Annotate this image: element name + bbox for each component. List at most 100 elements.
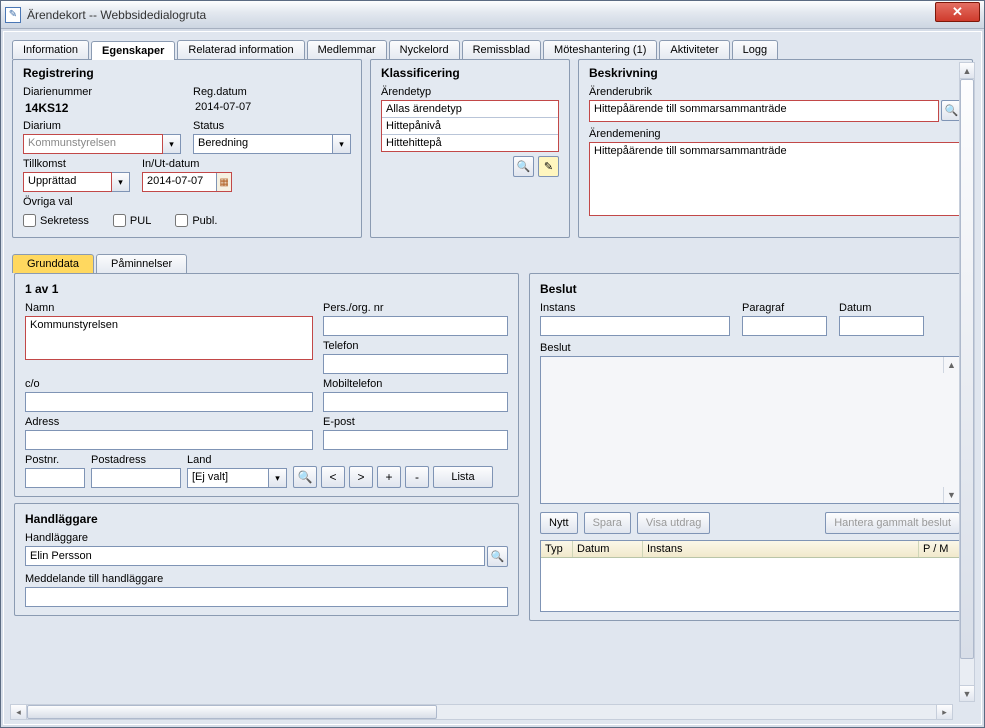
scrollbar-thumb[interactable] xyxy=(27,705,437,719)
hantera-button[interactable]: Hantera gammalt beslut xyxy=(825,512,960,534)
scroll-up-icon[interactable]: ▲ xyxy=(960,63,974,79)
mening-textarea[interactable]: Hittepåärende till sommarsammanträde xyxy=(589,142,962,216)
search-icon[interactable]: 🔍 xyxy=(513,156,534,177)
adress-input[interactable] xyxy=(25,430,313,450)
co-label: c/o xyxy=(25,378,313,390)
diarienummer-label: Diarienummer xyxy=(23,86,181,98)
namn-label: Namn xyxy=(25,302,313,314)
tab-remissblad[interactable]: Remissblad xyxy=(462,40,541,59)
close-button[interactable]: ✕ xyxy=(935,2,980,22)
meddelande-input[interactable] xyxy=(25,587,508,607)
scroll-left-icon[interactable]: ◂ xyxy=(11,705,27,719)
land-label: Land xyxy=(187,454,287,466)
beslut-table: Typ Datum Instans P / M xyxy=(540,540,960,612)
tillkomst-dropdown[interactable]: Upprättad xyxy=(23,172,112,192)
th-typ[interactable]: Typ xyxy=(541,541,573,557)
beslut-textarea[interactable]: ▲ ▼ xyxy=(540,356,960,504)
horizontal-scrollbar[interactable]: ◂ ▸ xyxy=(10,704,953,720)
publ-label: Publ. xyxy=(192,215,217,227)
postadress-input[interactable] xyxy=(91,468,181,488)
telefon-input[interactable] xyxy=(323,354,508,374)
scroll-down-icon[interactable]: ▼ xyxy=(960,685,974,701)
grund-counter: 1 av 1 xyxy=(25,282,508,296)
add-button[interactable]: + xyxy=(377,466,401,488)
datum-label: Datum xyxy=(839,302,924,314)
namn-textarea[interactable] xyxy=(25,316,313,360)
scroll-up-icon[interactable]: ▲ xyxy=(943,357,959,373)
tab-logg[interactable]: Logg xyxy=(732,40,778,59)
paragraf-input[interactable] xyxy=(742,316,827,336)
mobil-input[interactable] xyxy=(323,392,508,412)
postnr-input[interactable] xyxy=(25,468,85,488)
instans-label: Instans xyxy=(540,302,730,314)
tab-egenskaper[interactable]: Egenskaper xyxy=(91,41,175,60)
diarium-label: Diarium xyxy=(23,120,181,132)
epost-label: E-post xyxy=(323,416,508,428)
titlebar: ✎ Ärendekort -- Webbsidedialogruta ✕ xyxy=(1,1,984,29)
arendetyp-label: Ärendetyp xyxy=(381,86,559,98)
tab-medlemmar[interactable]: Medlemmar xyxy=(307,40,387,59)
arendetyp-item[interactable]: Hittepånivå xyxy=(382,118,558,135)
handlaggare-input[interactable] xyxy=(25,546,485,566)
nytt-button[interactable]: Nytt xyxy=(540,512,578,534)
epost-input[interactable] xyxy=(323,430,508,450)
visa-button[interactable]: Visa utdrag xyxy=(637,512,710,534)
subtab-grunddata[interactable]: Grunddata xyxy=(12,254,94,273)
handlaggare-title: Handläggare xyxy=(25,512,508,526)
search-icon[interactable]: 🔍 xyxy=(487,546,508,567)
beslut-label: Beslut xyxy=(540,342,960,354)
next-button[interactable]: > xyxy=(349,466,373,488)
search-icon[interactable]: 🔍 xyxy=(293,466,317,488)
remove-button[interactable]: - xyxy=(405,466,429,488)
meddelande-label: Meddelande till handläggare xyxy=(25,573,508,585)
tab-information[interactable]: Information xyxy=(12,40,89,59)
content-area: Information Egenskaper Relaterad informa… xyxy=(3,31,982,725)
telefon-label: Telefon xyxy=(323,340,508,352)
pul-checkbox[interactable]: PUL xyxy=(113,214,151,227)
top-panels: Registrering Diarienummer 14KS12 Reg.dat… xyxy=(4,59,981,246)
spara-button[interactable]: Spara xyxy=(584,512,631,534)
diarium-dropdown[interactable]: Kommunstyrelsen xyxy=(23,134,163,154)
adress-label: Adress xyxy=(25,416,313,428)
rubrik-input[interactable]: Hittepåärende till sommarsammanträde xyxy=(589,100,939,122)
calendar-icon[interactable]: ▦ xyxy=(216,173,231,191)
arendetyp-item[interactable]: Hittehittepå xyxy=(382,135,558,151)
chevron-down-icon[interactable]: ▾ xyxy=(163,134,181,154)
tab-nyckelord[interactable]: Nyckelord xyxy=(389,40,460,59)
lista-button[interactable]: Lista xyxy=(433,466,493,488)
tab-moteshantering[interactable]: Möteshantering (1) xyxy=(543,40,657,59)
sekretess-checkbox[interactable]: Sekretess xyxy=(23,214,89,227)
inut-date-field[interactable]: 2014-07-07 xyxy=(143,173,216,191)
scroll-right-icon[interactable]: ▸ xyxy=(936,705,952,719)
vertical-scrollbar[interactable]: ▲ ▼ xyxy=(959,62,975,702)
land-dropdown[interactable]: [Ej valt] xyxy=(187,468,269,488)
instans-input[interactable] xyxy=(540,316,730,336)
panel-klassificering: Klassificering Ärendetyp Allas ärendetyp… xyxy=(370,59,570,238)
th-instans[interactable]: Instans xyxy=(643,541,919,557)
arendetyp-item[interactable]: Allas ärendetyp xyxy=(382,101,558,118)
tab-aktiviteter[interactable]: Aktiviteter xyxy=(659,40,729,59)
tab-relaterad[interactable]: Relaterad information xyxy=(177,40,304,59)
status-dropdown[interactable]: Beredning xyxy=(193,134,333,154)
arendetyp-list[interactable]: Allas ärendetyp Hittepånivå Hittehittepå xyxy=(381,100,559,152)
chevron-down-icon[interactable]: ▾ xyxy=(269,468,287,488)
co-input[interactable] xyxy=(25,392,313,412)
edit-icon[interactable]: ✎ xyxy=(538,156,559,177)
subtab-paminnelser[interactable]: Påminnelser xyxy=(96,254,187,273)
handlaggare-label: Handläggare xyxy=(25,532,508,544)
th-pm[interactable]: P / M xyxy=(919,541,959,557)
prev-button[interactable]: < xyxy=(321,466,345,488)
pul-label: PUL xyxy=(130,215,151,227)
inut-label: In/Ut-datum xyxy=(142,158,232,170)
chevron-down-icon[interactable]: ▾ xyxy=(333,134,351,154)
scroll-down-icon[interactable]: ▼ xyxy=(943,487,959,503)
publ-checkbox[interactable]: Publ. xyxy=(175,214,217,227)
paragraf-label: Paragraf xyxy=(742,302,827,314)
sekretess-label: Sekretess xyxy=(40,215,89,227)
th-datum[interactable]: Datum xyxy=(573,541,643,557)
scrollbar-thumb[interactable] xyxy=(960,79,974,659)
chevron-down-icon[interactable]: ▾ xyxy=(112,172,130,192)
regdatum-label: Reg.datum xyxy=(193,86,351,98)
persorg-input[interactable] xyxy=(323,316,508,336)
datum-input[interactable] xyxy=(839,316,924,336)
